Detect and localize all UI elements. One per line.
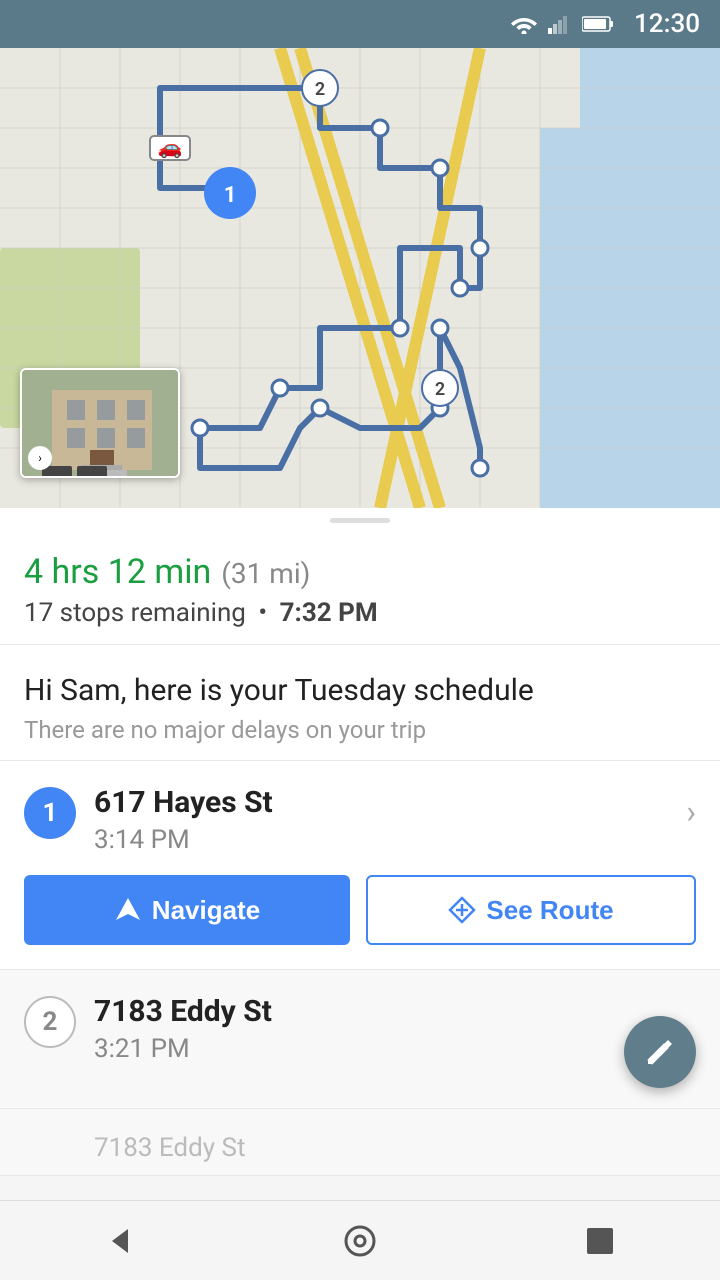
navigate-button-label: Navigate	[152, 895, 260, 926]
bottom-nav	[0, 1200, 720, 1280]
trip-stops-row: 17 stops remaining • 7:32 PM	[24, 598, 696, 628]
drag-handle[interactable]	[0, 508, 720, 532]
edit-pencil-icon	[644, 1036, 676, 1068]
stops-remaining: 17 stops remaining	[24, 598, 246, 628]
schedule-title: Hi Sam, here is your Tuesday schedule	[24, 673, 696, 708]
schedule-header: Hi Sam, here is your Tuesday schedule Th…	[0, 645, 720, 761]
trip-summary: 4 hrs 12 min (31 mi) 17 stops remaining …	[0, 532, 720, 645]
svg-text:2: 2	[435, 379, 445, 400]
wifi-icon	[510, 14, 538, 34]
stop-item-1[interactable]: 1 617 Hayes St 3:14 PM › Navigate See Ro…	[0, 761, 720, 970]
stop-1-actions: Navigate See Route	[24, 875, 696, 945]
edit-fab-button[interactable]	[624, 1016, 696, 1088]
status-time: 12:30	[634, 9, 700, 39]
chevron-right-icon-1[interactable]: ›	[686, 793, 696, 831]
stop-1-number: 1	[43, 798, 58, 828]
back-icon	[104, 1225, 136, 1257]
home-nav-button[interactable]	[330, 1211, 390, 1271]
trip-duration: 4 hrs 12 min	[24, 552, 211, 592]
route-diamond-icon	[448, 896, 476, 924]
see-route-button-label: See Route	[486, 895, 613, 926]
map-area[interactable]: 2 2 🚗 1	[0, 48, 720, 508]
stop-1-header: 1 617 Hayes St 3:14 PM ›	[24, 785, 696, 855]
stop-2-number: 2	[43, 1007, 58, 1037]
stop-2-time: 3:21 PM	[94, 1034, 696, 1064]
stop-nav-button[interactable]	[570, 1211, 630, 1271]
stop-1-badge: 1	[24, 787, 76, 839]
svg-text:🚗: 🚗	[158, 135, 183, 159]
bullet: •	[258, 598, 267, 628]
stop-item-2[interactable]: 2 7183 Eddy St 3:21 PM	[0, 970, 720, 1109]
stop-icon	[585, 1226, 615, 1256]
drag-pill	[330, 518, 390, 523]
stop-1-time: 3:14 PM	[94, 825, 676, 855]
back-nav-button[interactable]	[90, 1211, 150, 1271]
battery-icon	[582, 15, 614, 33]
navigate-arrow-icon	[114, 896, 142, 924]
navigate-button[interactable]: Navigate	[24, 875, 350, 945]
stop-2-header: 2 7183 Eddy St 3:21 PM	[24, 994, 696, 1064]
trip-time-row: 4 hrs 12 min (31 mi)	[24, 552, 696, 592]
street-photo-thumbnail[interactable]: ›	[20, 368, 180, 478]
stop-2-address: 7183 Eddy St	[94, 994, 696, 1030]
signal-icon	[548, 14, 572, 34]
stop-1-info: 617 Hayes St 3:14 PM	[94, 785, 676, 855]
stop-1-address: 617 Hayes St	[94, 785, 676, 821]
trip-distance: (31 mi)	[221, 557, 310, 590]
svg-text:1: 1	[224, 183, 237, 208]
stop-2-badge: 2	[24, 996, 76, 1048]
schedule-subtitle: There are no major delays on your trip	[24, 716, 696, 744]
svg-text:2: 2	[315, 79, 325, 100]
see-route-button[interactable]: See Route	[366, 875, 696, 945]
status-icons: 12:30	[510, 9, 700, 39]
status-bar: 12:30	[0, 0, 720, 48]
stop-2-info: 7183 Eddy St 3:21 PM	[94, 994, 696, 1064]
trip-eta: 7:32 PM	[280, 598, 378, 628]
home-icon	[342, 1223, 378, 1259]
stop-item-partial: 7183 Eddy St	[0, 1109, 720, 1176]
partial-stop-address: 7183 Eddy St	[24, 1133, 696, 1163]
